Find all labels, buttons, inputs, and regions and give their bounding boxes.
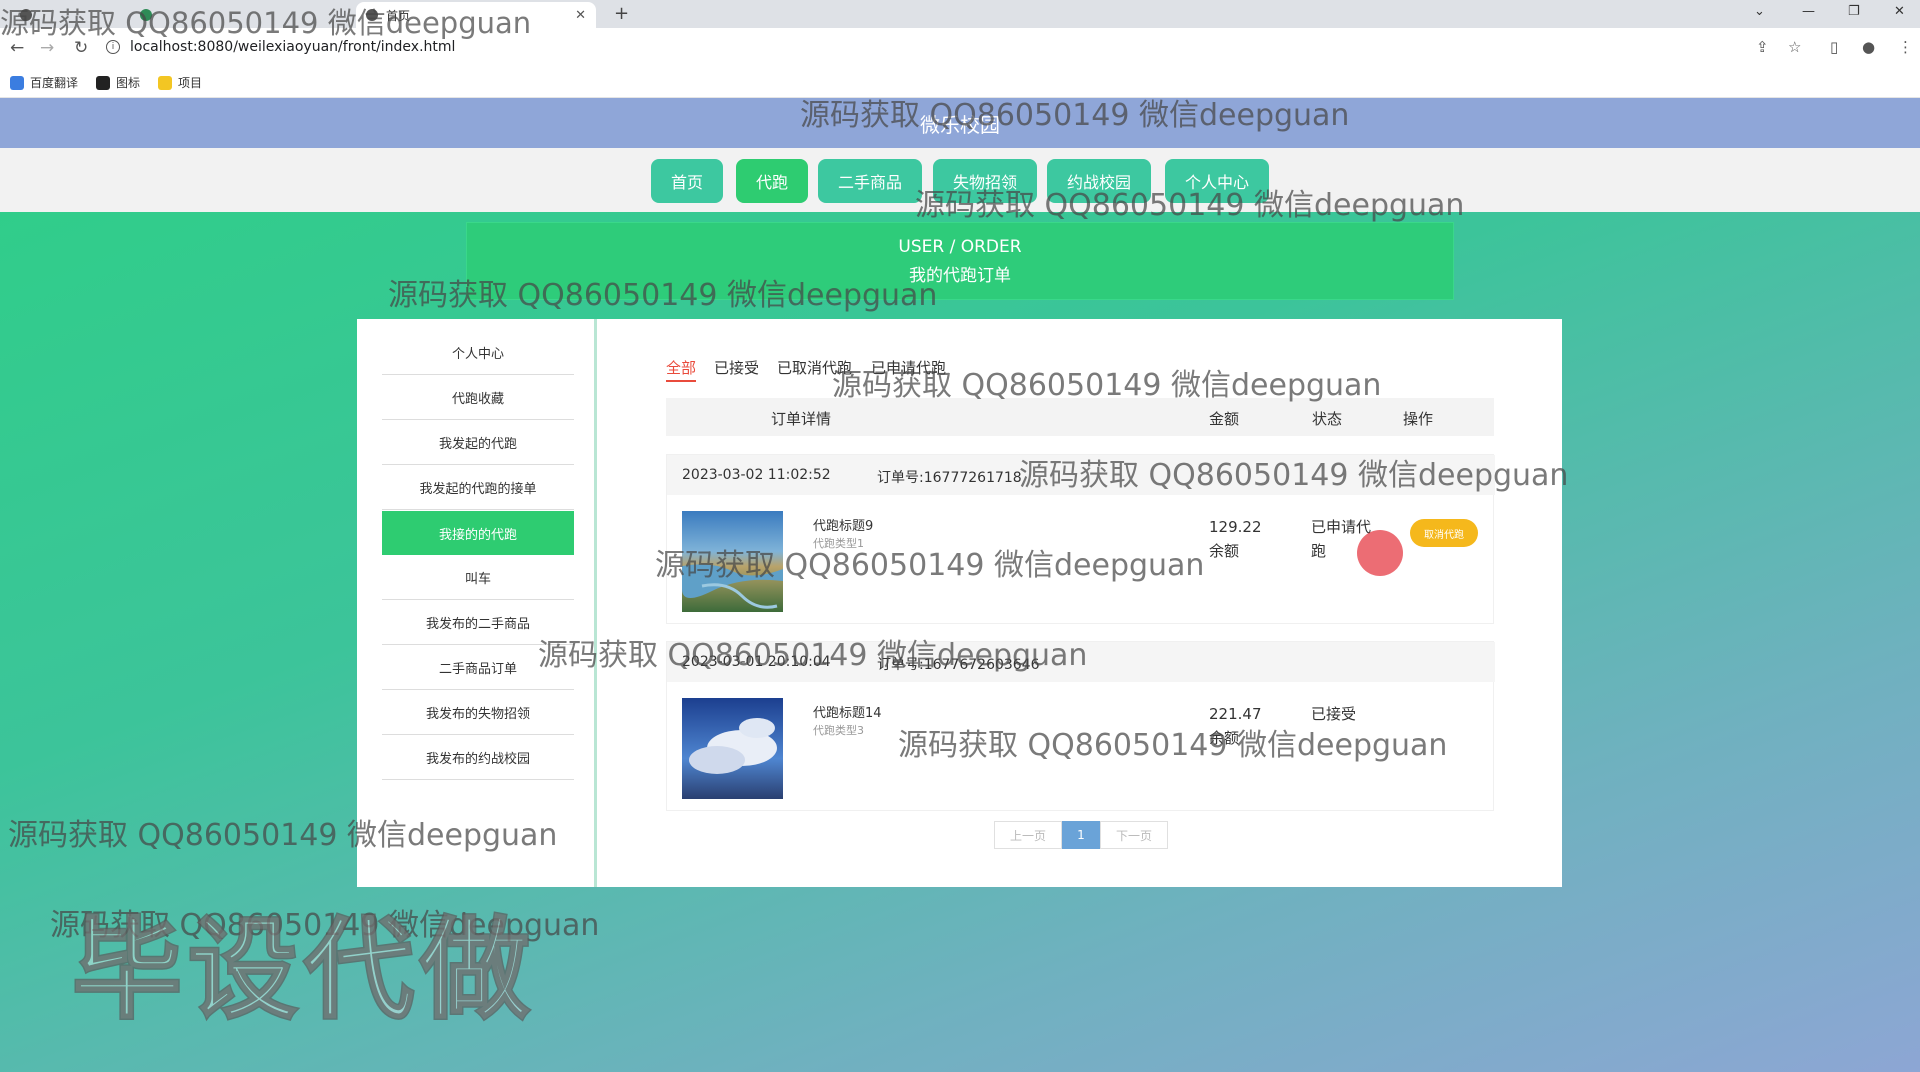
- order-type: 代跑类型3: [813, 724, 864, 737]
- order-row: 2023-03-02 11:02:52 订单号:16777261718 代跑标题…: [666, 454, 1495, 624]
- bookmark-item[interactable]: 百度翻译: [10, 74, 78, 91]
- browser-tab-inactive[interactable]: [10, 2, 130, 28]
- site-title: 微乐校园: [920, 112, 1000, 137]
- site-favicon-icon: [140, 9, 152, 21]
- browser-toolbar: ← → ↻ i localhost:8080/weilexiaoyuan/fro…: [0, 28, 1920, 68]
- browser-tab-active[interactable]: 首页 ✕: [356, 2, 596, 28]
- next-page-button[interactable]: 下一页: [1100, 821, 1168, 849]
- translate-icon: [10, 75, 24, 90]
- site-header: 微乐校园: [0, 98, 1920, 148]
- bookmark-label: 项目: [178, 76, 203, 90]
- order-header: 2023-03-01 20:10:04 订单号:1677672603646: [667, 642, 1495, 682]
- header-detail: 订单详情: [771, 410, 832, 428]
- page-banner: USER / ORDER 我的代跑订单: [466, 222, 1454, 300]
- banner-title-zh: 我的代跑订单: [909, 266, 1011, 286]
- cancel-errand-button[interactable]: 取消代跑: [1410, 519, 1478, 547]
- main-nav: 首页 代跑 二手商品 失物招领 约战校园 个人中心: [0, 148, 1920, 212]
- filter-cancelled[interactable]: 已取消代跑: [777, 357, 852, 378]
- nav-campus-battle[interactable]: 约战校园: [1047, 159, 1151, 203]
- user-sidebar: 个人中心 代跑收藏 我发起的代跑 我发起的代跑的接单 我接的的代跑 叫车 我发布…: [357, 319, 597, 887]
- close-window-icon[interactable]: ✕: [1894, 4, 1905, 19]
- sidebar-item-errand-favorites[interactable]: 代跑收藏: [382, 376, 574, 420]
- big-watermark: 毕设代做: [71, 905, 536, 1036]
- globe-icon: [366, 9, 378, 21]
- chevron-down-icon[interactable]: ⌄: [1754, 4, 1765, 19]
- mouse-cursor-highlight: [1357, 530, 1403, 576]
- address-bar[interactable]: i localhost:8080/weilexiaoyuan/front/ind…: [106, 32, 1806, 62]
- header-status: 状态: [1312, 410, 1343, 428]
- order-thumbnail[interactable]: [682, 698, 783, 799]
- forward-icon[interactable]: →: [40, 38, 54, 58]
- sidebar-item-my-errand-orders[interactable]: 我发起的代跑的接单: [382, 466, 574, 510]
- order-title[interactable]: 代跑标题9: [813, 515, 873, 534]
- pagination: 上一页 1 下一页: [994, 821, 1168, 849]
- folder-icon: [158, 75, 173, 90]
- sidebar-item-my-errands[interactable]: 我发起的代跑: [382, 421, 574, 465]
- sidebar-item-accepted-errands[interactable]: 我接的的代跑: [382, 511, 574, 555]
- filter-all[interactable]: 全部: [666, 357, 697, 382]
- prev-page-button[interactable]: 上一页: [994, 821, 1062, 849]
- filter-applied[interactable]: 已申请代跑: [871, 357, 946, 378]
- bookmark-label: 百度翻译: [30, 76, 79, 90]
- order-pay-method: 余额: [1209, 729, 1240, 747]
- bookmarks-bar: 百度翻译 图标 项目: [0, 68, 1920, 98]
- sidebar-item-my-lost-found[interactable]: 我发布的失物招领: [382, 691, 574, 735]
- nav-lost-found[interactable]: 失物招领: [933, 159, 1037, 203]
- banner-title-en: USER / ORDER: [898, 237, 1022, 257]
- header-action: 操作: [1403, 410, 1434, 428]
- bookmark-label: 图标: [116, 76, 141, 90]
- filter-accepted[interactable]: 已接受: [714, 357, 759, 378]
- nav-errand[interactable]: 代跑: [736, 159, 808, 203]
- order-thumbnail[interactable]: [682, 511, 783, 612]
- restore-icon[interactable]: ❐: [1848, 4, 1860, 19]
- order-number: 订单号:1677672603646: [877, 657, 1040, 673]
- minimize-icon[interactable]: —: [1802, 4, 1815, 19]
- nav-second-hand[interactable]: 二手商品: [818, 159, 922, 203]
- order-row: 2023-03-01 20:10:04 订单号:1677672603646 代跑…: [666, 641, 1495, 811]
- profile-icon[interactable]: ●: [1862, 38, 1875, 56]
- content-card: 个人中心 代跑收藏 我发起的代跑 我发起的代跑的接单 我接的的代跑 叫车 我发布…: [357, 319, 1562, 887]
- orders-panel: 全部 已接受 已取消代跑 已申请代跑 订单详情 金额 状态 操作 2023-03…: [666, 319, 1516, 887]
- back-icon[interactable]: ←: [10, 38, 24, 58]
- order-amount: 221.47: [1209, 705, 1262, 723]
- browser-tab-inactive[interactable]: [130, 2, 350, 28]
- sidebar-item-user-center[interactable]: 个人中心: [382, 331, 574, 375]
- order-number: 订单号:16777261718: [877, 470, 1022, 486]
- sidebar-item-my-campus-battle[interactable]: 我发布的约战校园: [382, 736, 574, 780]
- orders-table-header: 订单详情 金额 状态 操作: [666, 398, 1494, 436]
- order-status: 已接受: [1311, 705, 1357, 723]
- sidebar-item-call-car[interactable]: 叫车: [382, 556, 574, 600]
- image-icon: [96, 75, 111, 90]
- order-type: 代跑类型1: [813, 537, 864, 550]
- sidepanel-icon[interactable]: ▯: [1830, 38, 1838, 56]
- header-amount: 金额: [1209, 410, 1240, 428]
- nav-user-center[interactable]: 个人中心: [1165, 159, 1269, 203]
- close-tab-icon[interactable]: ✕: [575, 8, 586, 23]
- share-icon[interactable]: ⇪: [1756, 38, 1769, 56]
- order-header: 2023-03-02 11:02:52 订单号:16777261718: [667, 455, 1495, 495]
- order-title[interactable]: 代跑标题14: [813, 702, 882, 721]
- globe-icon: [20, 9, 32, 21]
- browser-tab-bar: 首页 ✕ + ⌄ — ❐ ✕: [0, 0, 1920, 28]
- order-pay-method: 余额: [1209, 542, 1240, 560]
- page-number-button[interactable]: 1: [1062, 821, 1100, 849]
- bookmark-item[interactable]: 项目: [158, 74, 202, 91]
- star-icon[interactable]: ☆: [1788, 38, 1801, 56]
- reload-icon[interactable]: ↻: [74, 38, 88, 58]
- order-time: 2023-03-01 20:10:04: [682, 654, 831, 670]
- sidebar-item-my-goods[interactable]: 我发布的二手商品: [382, 601, 574, 645]
- menu-icon[interactable]: ⋮: [1898, 38, 1913, 56]
- order-amount-cell: 129.22 余额: [1209, 515, 1262, 563]
- sidebar-item-goods-orders[interactable]: 二手商品订单: [382, 646, 574, 690]
- order-amount: 129.22: [1209, 518, 1262, 536]
- info-icon[interactable]: i: [106, 40, 120, 54]
- url-text: localhost:8080/weilexiaoyuan/front/index…: [130, 39, 456, 55]
- nav-home[interactable]: 首页: [651, 159, 723, 203]
- order-amount-cell: 221.47 余额: [1209, 702, 1262, 750]
- tab-title: 首页: [386, 8, 411, 23]
- bookmark-item[interactable]: 图标: [96, 74, 140, 91]
- order-time: 2023-03-02 11:02:52: [682, 467, 831, 483]
- new-tab-icon[interactable]: +: [614, 3, 629, 24]
